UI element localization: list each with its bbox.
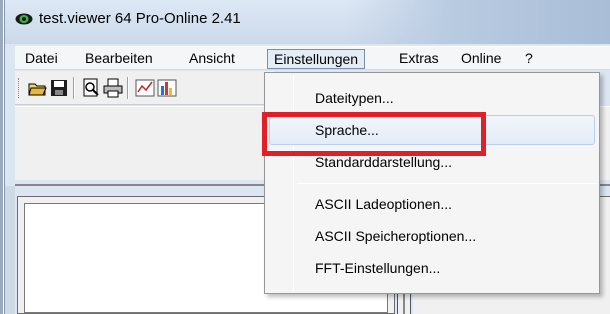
save-icon[interactable] bbox=[49, 78, 69, 98]
title-bar: test.viewer 64 Pro-Online 2.41 bbox=[5, 0, 610, 44]
menu-bearbeiten[interactable]: Bearbeiten bbox=[79, 49, 159, 69]
icon-column bbox=[293, 75, 294, 291]
menu-ansicht[interactable]: Ansicht bbox=[183, 49, 241, 69]
red-highlight-annotation bbox=[262, 112, 486, 156]
menu-bar: Datei Bearbeiten Ansicht Einstellungen E… bbox=[15, 46, 610, 70]
app-eye-icon bbox=[15, 13, 33, 25]
toolbar-grip[interactable] bbox=[18, 78, 21, 98]
menu-einstellungen[interactable]: Einstellungen bbox=[267, 49, 366, 69]
menu-separator bbox=[297, 183, 597, 184]
menu-online[interactable]: Online bbox=[455, 49, 507, 69]
menu-item-ascii-speicheroptionen[interactable]: ASCII Speicheroptionen... bbox=[315, 225, 476, 247]
toolbar-separator bbox=[127, 77, 129, 99]
menu-item-fft-einstellungen[interactable]: FFT-Einstellungen... bbox=[315, 257, 440, 279]
toolbar-separator bbox=[73, 77, 75, 99]
menu-item-dateitypen[interactable]: Dateitypen... bbox=[315, 87, 394, 109]
menu-datei[interactable]: Datei bbox=[19, 49, 64, 69]
toolbar bbox=[15, 71, 275, 105]
frame-border bbox=[5, 186, 15, 314]
colorbar-icon[interactable] bbox=[157, 78, 177, 98]
print-icon[interactable] bbox=[103, 78, 123, 98]
open-folder-icon[interactable] bbox=[27, 78, 47, 98]
menu-help[interactable]: ? bbox=[519, 49, 539, 69]
print-preview-icon[interactable] bbox=[81, 78, 101, 98]
window-title: test.viewer 64 Pro-Online 2.41 bbox=[39, 10, 241, 27]
screen-edge bbox=[0, 0, 3, 314]
title-bar-blur bbox=[345, 0, 610, 44]
einstellungen-dropdown: Dateitypen... Sprache... Standarddarstel… bbox=[264, 72, 600, 294]
chart-icon[interactable] bbox=[135, 78, 155, 98]
menu-item-ascii-ladeoptionen[interactable]: ASCII Ladeoptionen... bbox=[315, 193, 452, 215]
menu-extras[interactable]: Extras bbox=[393, 49, 445, 69]
